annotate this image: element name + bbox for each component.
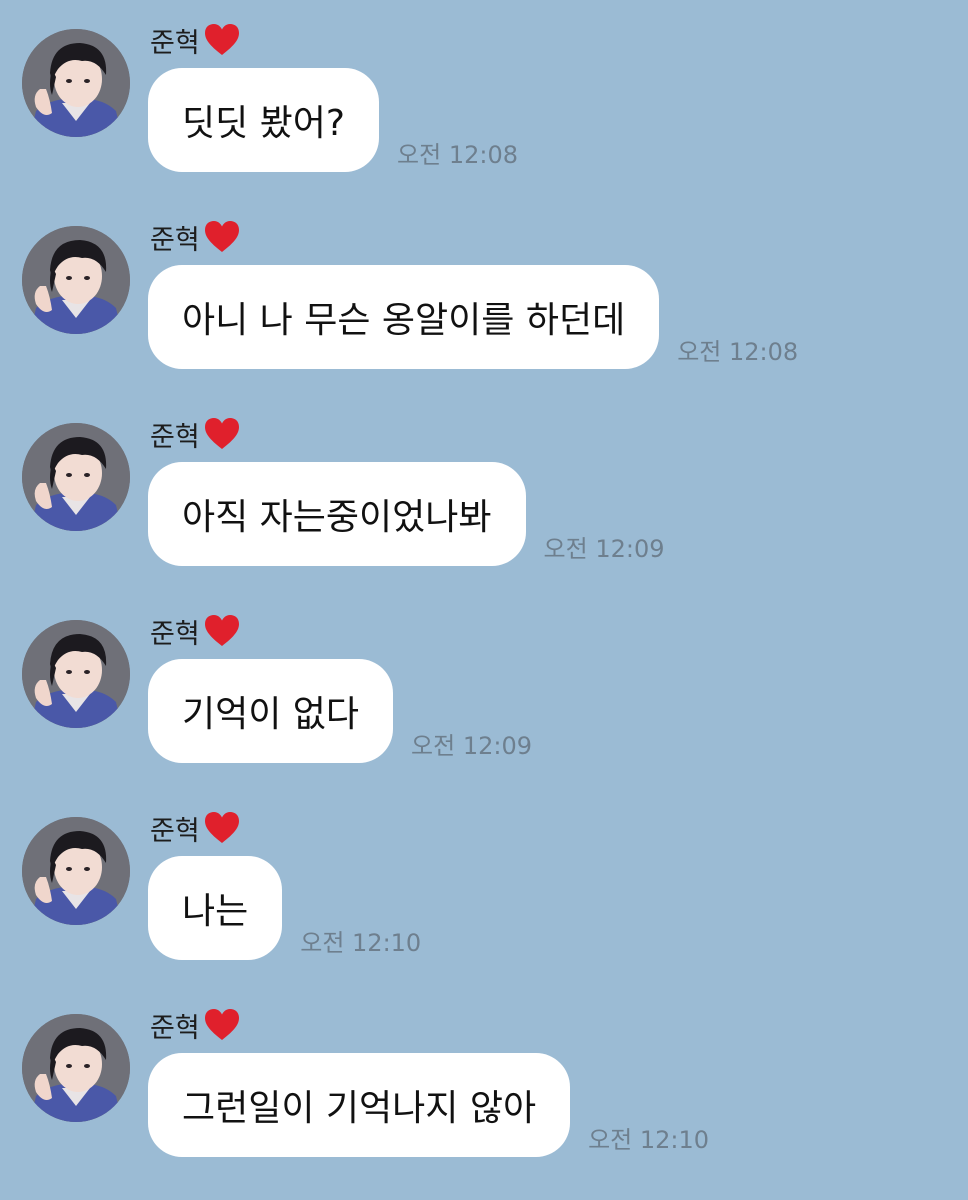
message-bubble[interactable]: 그런일이 기억나지 않아 xyxy=(148,1053,571,1157)
message-row: 기억이 없다 오전 12:09 xyxy=(148,659,532,763)
chat-message: 준혁 아직 자는중이었나봐 오전 12:09 xyxy=(0,394,968,591)
sender-name: 준혁 xyxy=(150,217,241,257)
message-bubble[interactable]: 아직 자는중이었나봐 xyxy=(148,462,526,566)
message-timestamp: 오전 12:08 xyxy=(677,338,799,366)
sender-name: 준혁 xyxy=(150,1005,241,1045)
message-row: 나는 오전 12:10 xyxy=(148,856,421,960)
message-bubble[interactable]: 아니 나 무슨 옹알이를 하던데 xyxy=(148,265,660,369)
message-bubble[interactable]: 딧딧 봤어? xyxy=(148,68,380,172)
sender-name-text: 준혁 xyxy=(150,815,200,847)
sender-name: 준혁 xyxy=(150,808,241,848)
sender-name-text: 준혁 xyxy=(150,1012,200,1044)
sender-name: 준혁 xyxy=(150,611,241,651)
sender-name: 준혁 xyxy=(150,20,241,60)
red-heart-icon xyxy=(203,613,241,649)
message-timestamp: 오전 12:09 xyxy=(411,732,532,760)
message-bubble[interactable]: 기억이 없다 xyxy=(148,659,394,763)
red-heart-icon xyxy=(203,1007,241,1043)
message-row: 그런일이 기억나지 않아 오전 12:10 xyxy=(148,1053,709,1157)
message-timestamp: 오전 12:10 xyxy=(588,1126,710,1154)
red-heart-icon xyxy=(203,810,241,846)
sender-name: 준혁 xyxy=(150,414,241,454)
message-row: 딧딧 봤어? 오전 12:08 xyxy=(148,68,518,172)
avatar[interactable] xyxy=(22,817,130,925)
message-timestamp: 오전 12:10 xyxy=(300,929,422,957)
avatar[interactable] xyxy=(22,29,130,137)
message-row: 아직 자는중이었나봐 오전 12:09 xyxy=(148,462,664,566)
chat-message: 준혁 딧딧 봤어? 오전 12:08 xyxy=(0,0,968,197)
avatar[interactable] xyxy=(22,620,130,728)
red-heart-icon xyxy=(203,416,241,452)
sender-name-text: 준혁 xyxy=(150,224,200,256)
chat-message: 준혁 아니 나 무슨 옹알이를 하던데 오전 12:08 xyxy=(0,197,968,394)
chat-message: 준혁 기억이 없다 오전 12:09 xyxy=(0,591,968,788)
message-bubble[interactable]: 나는 xyxy=(148,856,283,960)
sender-name-text: 준혁 xyxy=(150,618,200,650)
message-timestamp: 오전 12:08 xyxy=(397,141,518,169)
chat-message: 준혁 나는 오전 12:10 xyxy=(0,788,968,985)
avatar[interactable] xyxy=(22,1014,130,1122)
red-heart-icon xyxy=(203,22,241,58)
message-timestamp: 오전 12:09 xyxy=(543,535,665,563)
message-row: 아니 나 무슨 옹알이를 하던데 오전 12:08 xyxy=(148,265,798,369)
chat-message: 준혁 그런일이 기억나지 않아 오전 12:10 xyxy=(0,985,968,1182)
avatar[interactable] xyxy=(22,226,130,334)
sender-name-text: 준혁 xyxy=(150,421,200,453)
sender-name-text: 준혁 xyxy=(150,27,200,59)
avatar[interactable] xyxy=(22,423,130,531)
red-heart-icon xyxy=(203,219,241,255)
